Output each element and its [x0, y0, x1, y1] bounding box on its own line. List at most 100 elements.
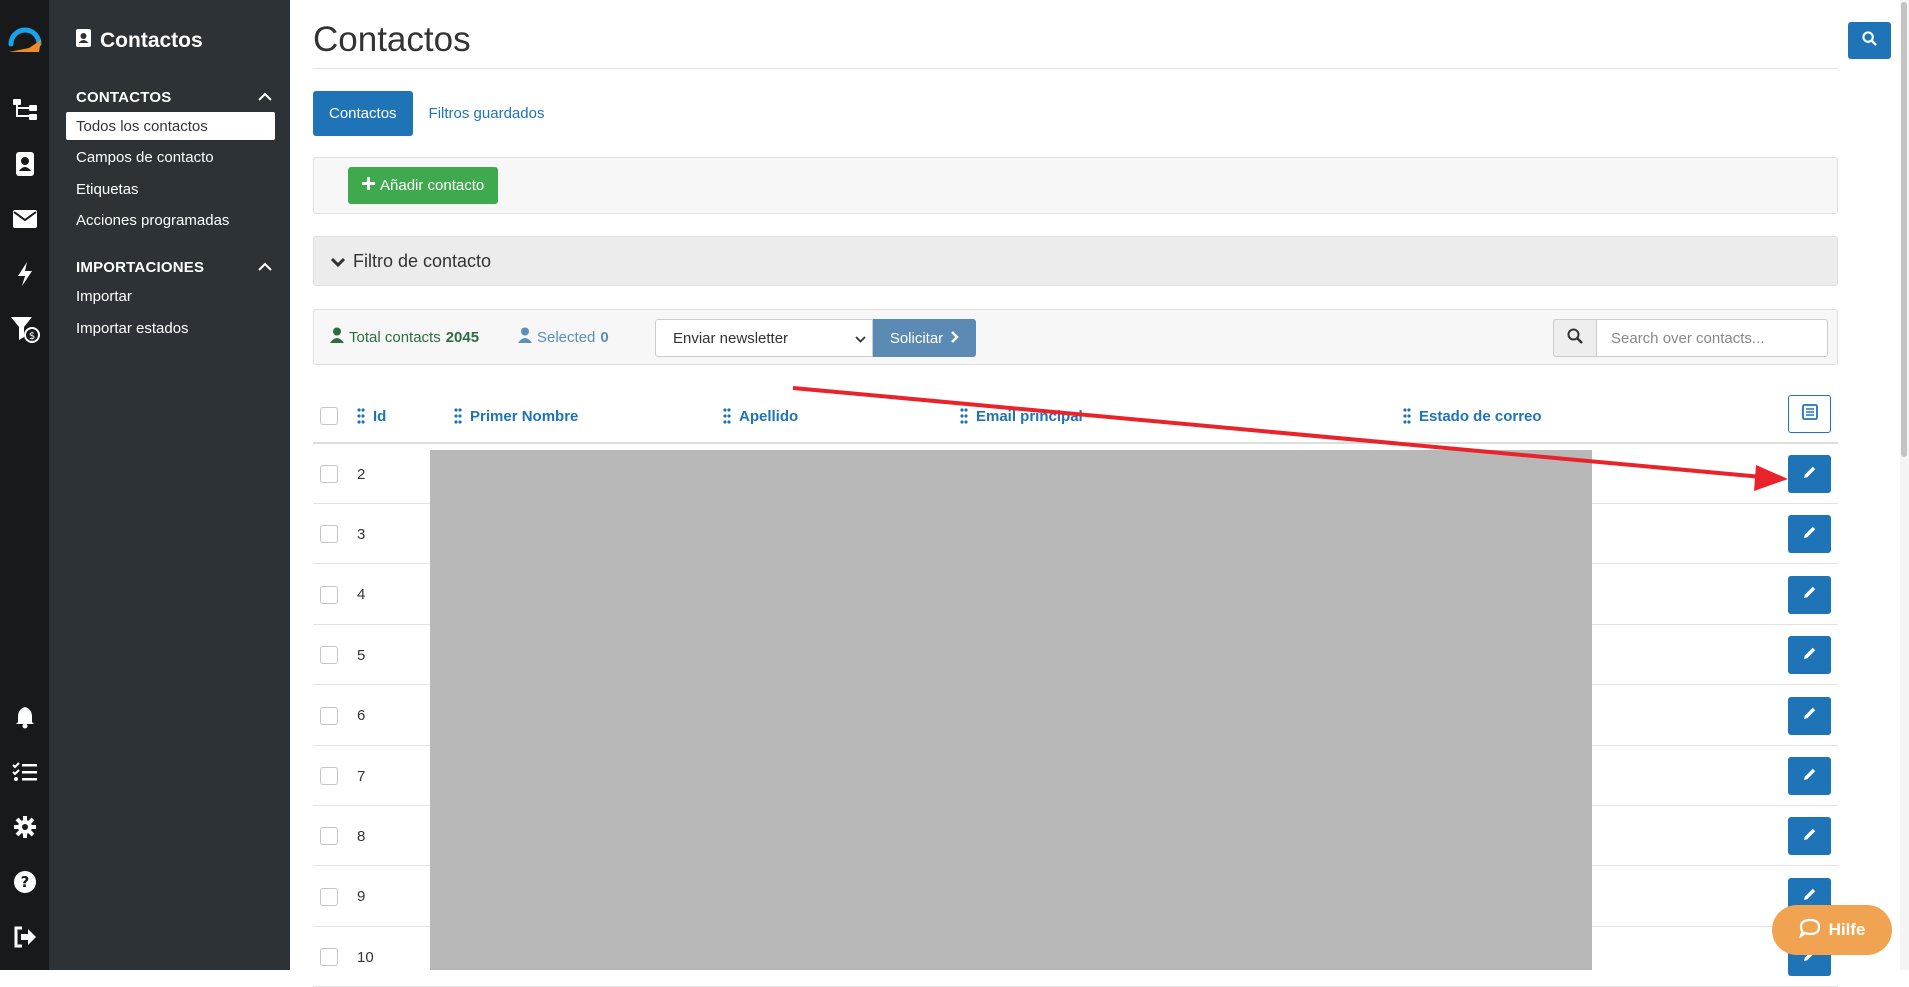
contacts-search-input[interactable] [1596, 319, 1828, 357]
tab-filtros-guardados[interactable]: Filtros guardados [413, 91, 561, 136]
contacts-book-icon[interactable] [0, 144, 49, 184]
columns-icon [1801, 403, 1818, 425]
edit-contact-button[interactable] [1788, 636, 1831, 675]
row-checkbox[interactable] [320, 585, 338, 604]
chevron-down-icon [855, 332, 866, 349]
tab-contactos[interactable]: Contactos [313, 91, 413, 136]
sidebar-item-todos-contactos[interactable]: Todos los contactos [66, 112, 275, 140]
bulk-action-value: Enviar newsletter [673, 329, 789, 347]
row-id: 4 [357, 586, 366, 604]
edit-contact-button[interactable] [1788, 817, 1831, 856]
row-checkbox[interactable] [320, 767, 338, 785]
task-list-icon[interactable] [0, 752, 49, 792]
help-icon[interactable]: ? [0, 862, 49, 902]
search-icon [1567, 328, 1583, 349]
page-title: Contactos [313, 20, 471, 59]
chevron-up-icon[interactable] [254, 255, 276, 277]
row-id: 9 [357, 888, 366, 906]
apply-action-button[interactable]: Solicitar [873, 319, 976, 357]
selected-contacts-stat: Selected 0 [518, 310, 609, 364]
icon-rail: $ ? [0, 0, 49, 970]
pencil-icon [1803, 767, 1817, 786]
row-checkbox[interactable] [320, 706, 338, 725]
select-all-checkbox[interactable] [320, 407, 338, 425]
sidebar-section-importaciones[interactable]: IMPORTACIONES [76, 259, 204, 276]
contact-filter-label: Filtro de contacto [353, 250, 492, 271]
plus-icon [362, 177, 375, 194]
brand-logo-icon[interactable] [5, 22, 45, 62]
drag-handle-icon[interactable] [723, 408, 731, 424]
filter-dollar-icon[interactable]: $ [0, 309, 49, 349]
row-checkbox[interactable] [320, 465, 338, 483]
bolt-icon[interactable] [0, 254, 49, 294]
drag-handle-icon[interactable] [454, 408, 462, 424]
column-header-first-name[interactable]: Primer Nombre [454, 390, 578, 442]
chevron-up-icon[interactable] [254, 85, 276, 107]
bulk-action-select[interactable]: Enviar newsletter [655, 319, 873, 357]
workflow-icon[interactable] [0, 89, 49, 129]
column-header-id-label: Id [373, 407, 387, 425]
row-checkbox[interactable] [320, 948, 338, 967]
row-checkbox[interactable] [320, 887, 338, 906]
column-header-id[interactable]: Id [357, 390, 386, 442]
toolbar-panel: Añadir contacto [313, 157, 1838, 214]
sidebar-title-text: Contactos [100, 29, 203, 52]
total-contacts-value: 2045 [445, 328, 480, 346]
sidebar-item-etiquetas[interactable]: Etiquetas [66, 175, 275, 203]
pencil-icon [1803, 465, 1817, 484]
chevron-right-icon [951, 330, 959, 347]
selected-contacts-label: Selected [537, 328, 596, 346]
add-contact-button[interactable]: Añadir contacto [348, 167, 499, 204]
row-id: 7 [357, 767, 366, 785]
help-widget-button[interactable]: Hilfe [1772, 905, 1892, 955]
bell-icon[interactable] [0, 697, 49, 737]
gear-icon[interactable] [0, 807, 49, 847]
edit-contact-button[interactable] [1788, 455, 1831, 493]
pencil-icon [1803, 525, 1817, 544]
pencil-icon [1803, 706, 1817, 725]
edit-contact-button[interactable] [1788, 575, 1831, 614]
drag-handle-icon[interactable] [960, 408, 968, 424]
row-id: 3 [357, 525, 366, 543]
column-settings-button[interactable] [1788, 395, 1831, 433]
pencil-icon [1803, 827, 1817, 846]
sidebar-item-importar-estados[interactable]: Importar estados [66, 314, 275, 342]
table-header: Id Primer Nombre Apellido Email principa… [313, 390, 1838, 444]
drag-handle-icon[interactable] [357, 408, 365, 424]
scrollbar-thumb[interactable] [1901, 2, 1907, 457]
total-contacts-label: Total contacts [349, 328, 441, 346]
search-icon [1862, 30, 1877, 51]
sidebar-item-campos-contacto[interactable]: Campos de contacto [66, 143, 275, 171]
column-header-mail-status[interactable]: Estado de correo [1403, 390, 1542, 442]
envelope-icon[interactable] [0, 199, 49, 239]
tab-bar: Contactos Filtros guardados [313, 91, 560, 136]
sidebar-section-contactos[interactable]: CONTACTOS [76, 89, 171, 106]
contact-filter-toggle[interactable]: Filtro de contacto [330, 237, 492, 285]
sidebar-item-importar[interactable]: Importar [66, 282, 275, 310]
svg-text:$: $ [28, 331, 34, 342]
global-search-button[interactable] [1848, 22, 1891, 59]
row-checkbox[interactable] [320, 827, 338, 846]
user-icon [518, 327, 532, 347]
main-content: Contactos Contactos Filtros guardados Añ… [313, 0, 1838, 987]
row-id: 10 [357, 948, 374, 966]
edit-contact-button[interactable] [1788, 757, 1831, 795]
actions-panel: Total contacts 2045 Selected 0 Enviar ne… [313, 309, 1838, 365]
selected-contacts-value: 0 [600, 328, 609, 346]
edit-contact-button[interactable] [1788, 696, 1831, 735]
edit-contact-button[interactable] [1788, 515, 1831, 554]
chat-bubble-icon [1798, 918, 1821, 943]
logout-icon[interactable] [0, 917, 49, 957]
contact-filter-panel[interactable]: Filtro de contacto [313, 236, 1838, 286]
row-checkbox[interactable] [320, 646, 338, 665]
column-header-last-name[interactable]: Apellido [723, 390, 798, 442]
user-icon [330, 327, 344, 347]
row-id: 2 [357, 465, 366, 483]
sidebar-item-acciones-programadas[interactable]: Acciones programadas [66, 206, 275, 234]
column-header-email[interactable]: Email principal [960, 390, 1083, 442]
search-addon[interactable] [1553, 319, 1597, 357]
pencil-icon [1803, 585, 1817, 604]
total-contacts-stat: Total contacts 2045 [330, 310, 479, 364]
row-checkbox[interactable] [320, 525, 338, 544]
drag-handle-icon[interactable] [1403, 408, 1411, 424]
